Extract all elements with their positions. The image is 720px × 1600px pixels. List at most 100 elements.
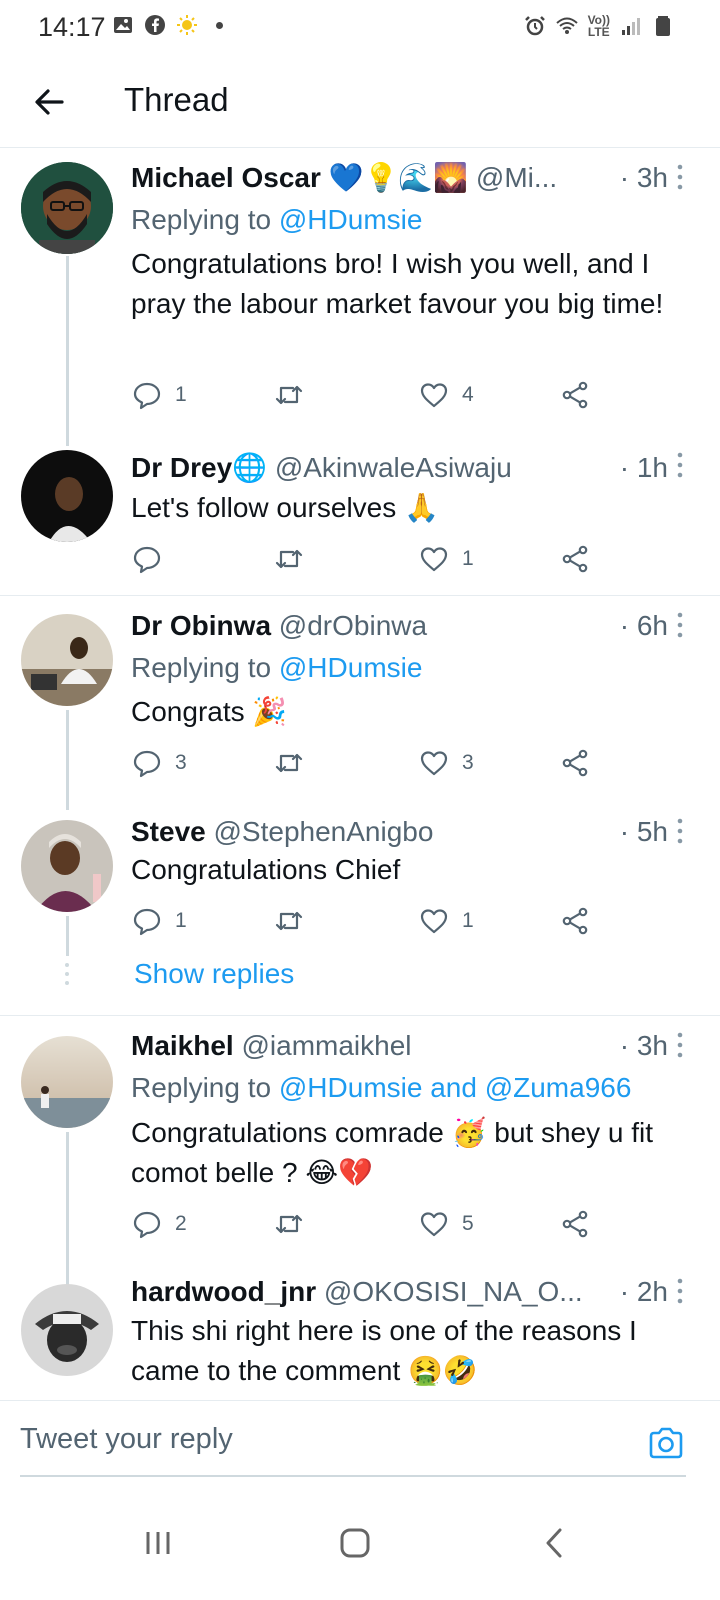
share-button[interactable]	[559, 746, 591, 780]
more-options-icon[interactable]	[670, 610, 690, 640]
reply-count: 1	[175, 383, 187, 406]
reply-composer: Tweet your reply	[0, 1400, 720, 1486]
status-time: 14:17	[38, 12, 106, 42]
reply-button[interactable]: 1	[131, 378, 187, 412]
tweet-header: Maikhel @iammaikhel · 3h	[131, 1028, 668, 1064]
heart-icon	[420, 909, 448, 934]
reply-button[interactable]: 3	[131, 746, 187, 780]
retweet-button[interactable]	[273, 1207, 317, 1241]
user-handle[interactable]: @drObinwa	[279, 610, 427, 641]
tweet-dr-obinwa[interactable]: Dr Obinwa @drObinwa · 6h Replying to @HD…	[0, 598, 720, 810]
retweet-button[interactable]	[273, 378, 317, 412]
name-emojis: 🌐	[232, 452, 268, 483]
like-button[interactable]: 3	[418, 746, 474, 780]
share-button[interactable]	[559, 904, 591, 938]
avatar[interactable]	[21, 162, 113, 254]
back-arrow-icon[interactable]	[30, 82, 70, 122]
tweet-text: Let's follow ourselves 🙏	[131, 492, 439, 523]
tweet-header: Dr Drey🌐 @AkinwaleAsiwaju · 1h	[131, 450, 668, 486]
tweet-actions: 1	[131, 542, 601, 576]
status-bar: 14:17 Vo)) LTE	[0, 0, 720, 56]
reply-icon	[133, 750, 161, 778]
tweet-actions: 1 4	[131, 378, 601, 412]
retweet-icon	[275, 549, 303, 569]
reply-icon	[133, 1211, 161, 1239]
tweet-hardwood-jnr[interactable]: hardwood_jnr @OKOSISI_NA_O... · 2h This …	[0, 1272, 720, 1398]
back-nav-icon[interactable]	[524, 1514, 584, 1574]
tweet-michael-oscar[interactable]: Michael Oscar 💙💡🌊🌄 @Mi... · 3h Replying …	[0, 150, 720, 446]
more-options-icon[interactable]	[670, 1276, 690, 1306]
user-name[interactable]: Dr Drey	[131, 452, 232, 483]
mention-link[interactable]: @HDumsie	[279, 204, 423, 235]
tweet-steve[interactable]: Steve @StephenAnigbo · 5h Congratulation…	[0, 810, 720, 1010]
lte-line2: LTE	[587, 25, 610, 39]
user-handle[interactable]: @StephenAnigbo	[214, 816, 434, 847]
user-handle[interactable]: @OKOSISI_NA_O...	[324, 1276, 583, 1307]
retweet-button[interactable]	[273, 904, 317, 938]
tweet-dr-drey[interactable]: Dr Drey🌐 @AkinwaleAsiwaju · 1h Let's fol…	[0, 440, 720, 590]
share-icon	[562, 907, 588, 935]
like-button[interactable]: 5	[418, 1207, 474, 1241]
user-name[interactable]: hardwood_jnr	[131, 1276, 316, 1307]
dot-icon	[216, 21, 223, 29]
avatar[interactable]	[21, 614, 113, 706]
avatar[interactable]	[21, 450, 113, 542]
image-icon	[114, 17, 132, 33]
retweet-icon	[275, 911, 303, 931]
replying-to: Replying to @HDumsie	[131, 202, 422, 238]
user-handle[interactable]: @AkinwaleAsiwaju	[275, 452, 512, 483]
more-options-icon[interactable]	[670, 816, 690, 846]
thread-line	[66, 1132, 69, 1292]
share-icon	[562, 381, 588, 409]
reply-icon	[133, 908, 161, 936]
avatar[interactable]	[21, 820, 113, 912]
avatar[interactable]	[21, 1284, 113, 1376]
user-handle[interactable]: @iammaikhel	[241, 1030, 411, 1061]
user-name[interactable]: Dr Obinwa	[131, 610, 271, 641]
tweet-text: This shi right here is one of the reason…	[131, 1315, 637, 1386]
retweet-button[interactable]	[273, 746, 317, 780]
mention-link[interactable]: @HDumsie	[279, 652, 423, 683]
thread-line	[66, 916, 69, 956]
tweet-actions: 1 1	[131, 904, 601, 938]
avatar[interactable]	[21, 1036, 113, 1128]
replying-prefix: Replying to	[131, 204, 279, 235]
reply-icon	[133, 382, 161, 410]
user-name[interactable]: Maikhel	[131, 1030, 234, 1061]
share-button[interactable]	[559, 1207, 591, 1241]
page-title: Thread	[124, 81, 229, 118]
reply-button[interactable]: 2	[131, 1207, 187, 1241]
more-options-icon[interactable]	[670, 162, 690, 192]
share-icon	[562, 749, 588, 777]
replying-to: Replying to @HDumsie	[131, 650, 422, 686]
like-button[interactable]: 1	[418, 542, 474, 576]
reply-button[interactable]	[131, 542, 175, 576]
share-button[interactable]	[559, 378, 591, 412]
tweet-reply-input[interactable]: Tweet your reply	[20, 1423, 233, 1456]
recent-apps-icon[interactable]	[128, 1514, 188, 1574]
tweet-header: Steve @StephenAnigbo · 5h	[131, 814, 668, 850]
user-name[interactable]: Steve	[131, 816, 206, 847]
retweet-icon	[275, 1214, 303, 1234]
tweet-maikhel[interactable]: Maikhel @iammaikhel · 3h Replying to @HD…	[0, 1018, 720, 1292]
like-button[interactable]: 4	[418, 378, 474, 412]
show-replies-link[interactable]: Show replies	[134, 958, 294, 990]
home-icon[interactable]	[326, 1514, 386, 1574]
share-icon	[562, 1210, 588, 1238]
retweet-button[interactable]	[273, 542, 317, 576]
more-options-icon[interactable]	[670, 450, 690, 480]
signal-icon	[622, 18, 640, 35]
user-handle[interactable]: @Mi...	[476, 162, 557, 193]
like-count: 1	[462, 547, 474, 570]
avatar-illustration	[21, 162, 113, 254]
tweet-actions: 2 5	[131, 1207, 601, 1241]
more-options-icon[interactable]	[670, 1030, 690, 1060]
share-button[interactable]	[559, 542, 591, 576]
like-button[interactable]: 1	[418, 904, 474, 938]
camera-icon[interactable]	[646, 1423, 686, 1463]
mention-link[interactable]: @HDumsie and @Zuma966	[279, 1072, 632, 1103]
heart-icon	[420, 547, 448, 572]
tweet-header: hardwood_jnr @OKOSISI_NA_O... · 2h	[131, 1274, 668, 1310]
reply-button[interactable]: 1	[131, 904, 187, 938]
user-name[interactable]: Michael Oscar	[131, 162, 321, 193]
